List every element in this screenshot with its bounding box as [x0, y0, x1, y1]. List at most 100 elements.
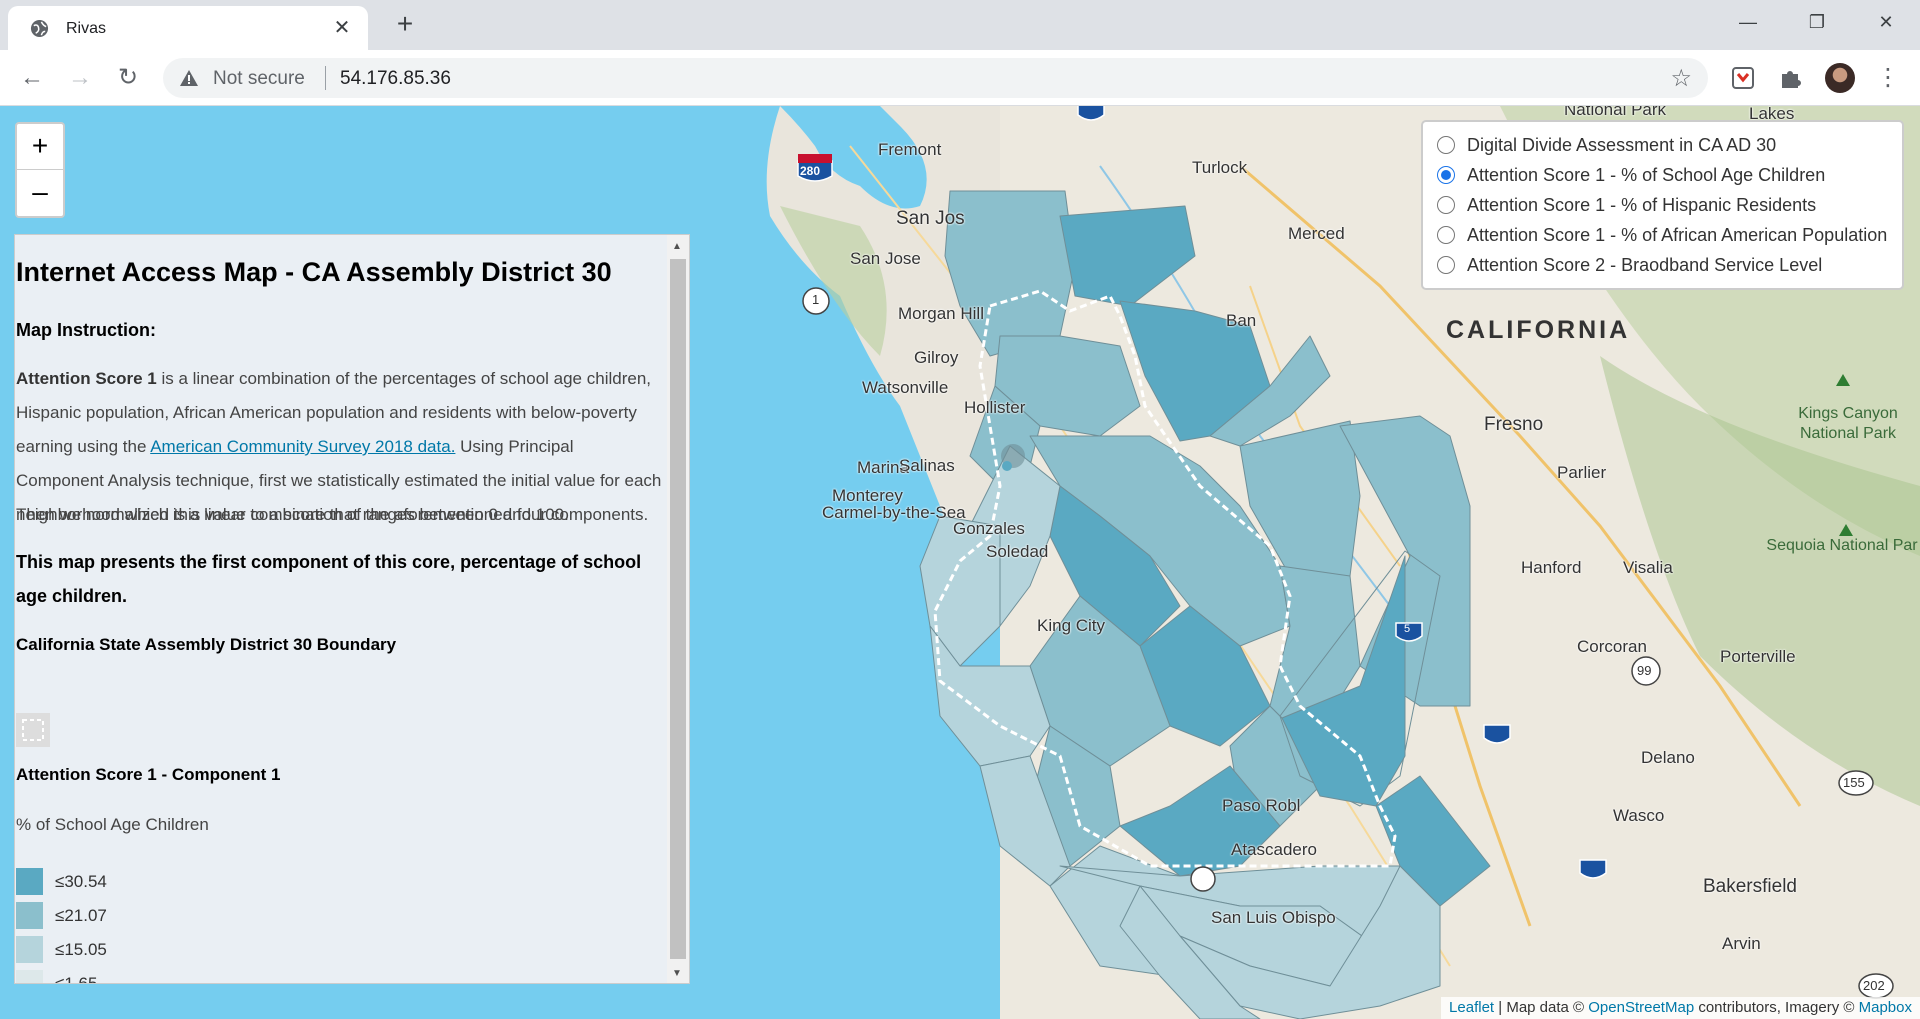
close-window-button[interactable]: ✕: [1866, 8, 1906, 36]
leaflet-link[interactable]: Leaflet: [1449, 999, 1494, 1016]
shield-label: 99: [1637, 663, 1652, 678]
city-label: King City: [1037, 616, 1106, 635]
city-label: San Luis Obispo: [1211, 908, 1336, 927]
zoom-in-button[interactable]: +: [17, 124, 63, 170]
shield-label: 280: [800, 164, 821, 178]
city-label: Atascadero: [1231, 840, 1317, 859]
city-label: Ban: [1226, 311, 1257, 330]
legend-swatch: [16, 902, 43, 929]
city-label: Paso Robl: [1222, 796, 1301, 815]
map-attribution: Leaflet | Map data © OpenStreetMap contr…: [1441, 997, 1920, 1019]
layer-option[interactable]: Attention Score 1 - % of Hispanic Reside…: [1437, 190, 1902, 220]
openstreetmap-link[interactable]: OpenStreetMap: [1588, 999, 1694, 1016]
minimize-button[interactable]: —: [1728, 8, 1768, 36]
radio-button[interactable]: [1437, 196, 1455, 214]
component-heading: Attention Score 1 - Component 1: [16, 765, 281, 784]
radio-button-selected[interactable]: [1437, 166, 1455, 184]
state-label: CALIFORNIA: [1446, 316, 1631, 344]
radio-button[interactable]: [1437, 256, 1455, 274]
city-label: Salinas: [899, 456, 955, 475]
tab-title: Rivas: [66, 20, 107, 37]
legend-label: ≤30.54: [55, 872, 107, 891]
layer-label: Attention Score 1 - % of African America…: [1467, 224, 1888, 245]
close-tab-icon[interactable]: ✕: [330, 16, 354, 40]
layer-label: Attention Score 1 - % of School Age Chil…: [1467, 164, 1826, 185]
city-label: Corcoran: [1577, 637, 1647, 656]
city-label: Gilroy: [914, 348, 959, 367]
layer-option[interactable]: Attention Score 1 - % of School Age Chil…: [1437, 160, 1902, 190]
panel-scrollbar[interactable]: ▲ ▼: [667, 235, 689, 983]
layer-option[interactable]: Attention Score 1 - % of African America…: [1437, 220, 1902, 250]
city-label: Fresno: [1484, 414, 1544, 435]
layer-control: Digital Divide Assessment in CA AD 30 At…: [1421, 120, 1904, 290]
layer-option[interactable]: Attention Score 2 - Braodband Service Le…: [1437, 250, 1902, 280]
acs-data-link[interactable]: American Community Survey 2018 data.: [150, 437, 455, 456]
city-label: Bakersfield: [1703, 876, 1797, 897]
new-tab-button[interactable]: +: [390, 10, 420, 40]
url-text: 54.176.85.36: [340, 68, 451, 89]
component-description: This map presents the first component of…: [16, 552, 642, 606]
layer-label: Attention Score 1 - % of Hispanic Reside…: [1467, 194, 1817, 215]
restore-button[interactable]: ❐: [1797, 8, 1837, 36]
map-container[interactable]: 280 1 5 99 155 202 Fremont Turlock San J…: [0, 106, 1920, 1019]
browser-menu-icon[interactable]: ⋮: [1876, 60, 1900, 96]
warning-icon: [180, 70, 198, 86]
shield-label: 5: [1404, 623, 1411, 635]
city-label: Watsonville: [862, 378, 949, 397]
forward-button[interactable]: →: [64, 62, 96, 94]
extensions-puzzle-icon[interactable]: [1776, 64, 1804, 92]
mapbox-link[interactable]: Mapbox: [1859, 999, 1912, 1016]
legend-swatch: [16, 970, 43, 983]
instruction-heading: Map Instruction:: [16, 320, 156, 340]
legend-label: ≤21.07: [55, 906, 107, 925]
park-label: Kings Canyon National Park: [1798, 405, 1898, 442]
zoom-control: + –: [15, 122, 65, 218]
browser-tab[interactable]: Rivas ✕: [8, 6, 368, 50]
layer-label: Digital Divide Assessment in CA AD 30: [1467, 134, 1777, 155]
city-label: San Jose: [850, 249, 921, 268]
layer-label: Attention Score 2 - Braodband Service Le…: [1467, 254, 1823, 275]
city-label: Soledad: [986, 542, 1049, 561]
city-label: Morgan Hill: [898, 304, 984, 323]
city-label: Hollister: [964, 398, 1026, 417]
reload-button[interactable]: ↻: [112, 62, 144, 94]
scroll-down-icon[interactable]: ▼: [672, 968, 682, 979]
extension-pocket-icon[interactable]: [1729, 64, 1757, 92]
city-label: National Park: [1564, 106, 1667, 119]
boundary-heading: California State Assembly District 30 Bo…: [16, 635, 397, 654]
city-label: Porterville: [1720, 647, 1796, 666]
back-button[interactable]: ←: [16, 62, 48, 94]
boundary-legend-icon: [16, 713, 50, 747]
scrollbar-thumb[interactable]: [670, 259, 686, 959]
browser-toolbar: ← → ↻ Not secure 54.176.85.36 ☆ ⋮: [0, 50, 1920, 106]
legend-swatch: [16, 868, 43, 895]
layer-option[interactable]: Digital Divide Assessment in CA AD 30: [1437, 130, 1902, 160]
shield-label: 1: [812, 292, 820, 307]
tab-strip: Rivas ✕ + — ❐ ✕: [0, 0, 1920, 50]
radio-button[interactable]: [1437, 226, 1455, 244]
divider: [325, 66, 326, 90]
profile-avatar[interactable]: [1825, 63, 1855, 93]
attribution-text: contributors, Imagery ©: [1694, 999, 1859, 1016]
city-label: Gonzales: [953, 519, 1025, 538]
legend-label: ≤15.05: [55, 940, 107, 959]
city-label: Parlier: [1557, 463, 1607, 482]
city-label: Turlock: [1192, 158, 1248, 177]
attribution-text: | Map data ©: [1494, 999, 1589, 1016]
security-label: Not secure: [213, 68, 305, 89]
legend-label: ≤1.65: [55, 974, 98, 984]
city-label: Hanford: [1521, 558, 1582, 577]
city-label: Carmel-by-the-Sea: [822, 503, 966, 522]
legend-swatch: [16, 936, 43, 963]
zoom-out-button[interactable]: –: [17, 170, 63, 216]
address-bar[interactable]: Not secure 54.176.85.36 ☆: [163, 58, 1708, 98]
bookmark-star-icon[interactable]: ☆: [1670, 64, 1692, 93]
scroll-up-icon[interactable]: ▲: [672, 241, 682, 252]
shield-label: 155: [1843, 775, 1865, 790]
shield-label: 202: [1863, 978, 1885, 993]
score-term: Attention Score 1: [16, 369, 157, 388]
normalize-paragraph: Then we normalized this value to a score…: [16, 505, 569, 524]
radio-button[interactable]: [1437, 136, 1455, 154]
city-label: Delano: [1641, 748, 1695, 767]
info-panel[interactable]: Internet Access Map - CA Assembly Distri…: [14, 234, 690, 984]
